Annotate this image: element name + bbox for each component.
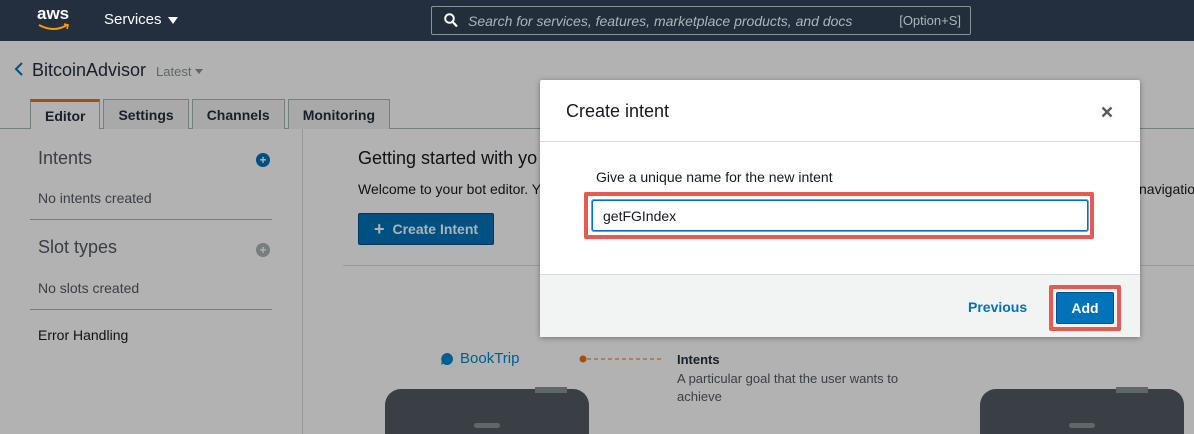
close-icon[interactable] [1101, 106, 1113, 118]
aws-logo-text: aws [37, 4, 70, 23]
dialog-title: Create intent [566, 101, 670, 121]
add-button[interactable]: Add [1056, 292, 1114, 324]
search-box[interactable]: [Option+S] [431, 6, 971, 35]
dialog-header: Create intent [540, 80, 1140, 142]
services-menu[interactable]: Services [104, 11, 178, 28]
search-input[interactable] [468, 11, 888, 31]
previous-button[interactable]: Previous [968, 299, 1027, 315]
create-intent-dialog: Create intent Give a unique name for the… [540, 80, 1140, 337]
search-icon [444, 13, 458, 28]
dialog-footer: Previous Add [540, 274, 1140, 337]
caret-down-icon [167, 16, 178, 24]
search-shortcut-hint: [Option+S] [899, 13, 961, 28]
aws-smile-icon [38, 23, 69, 30]
intent-name-label: Give a unique name for the new intent [596, 169, 833, 185]
intent-name-input[interactable] [592, 200, 1088, 231]
services-label: Services [104, 11, 162, 28]
aws-logo[interactable]: aws [37, 5, 71, 35]
top-nav-bar: aws Services [Option+S] [0, 0, 1194, 41]
